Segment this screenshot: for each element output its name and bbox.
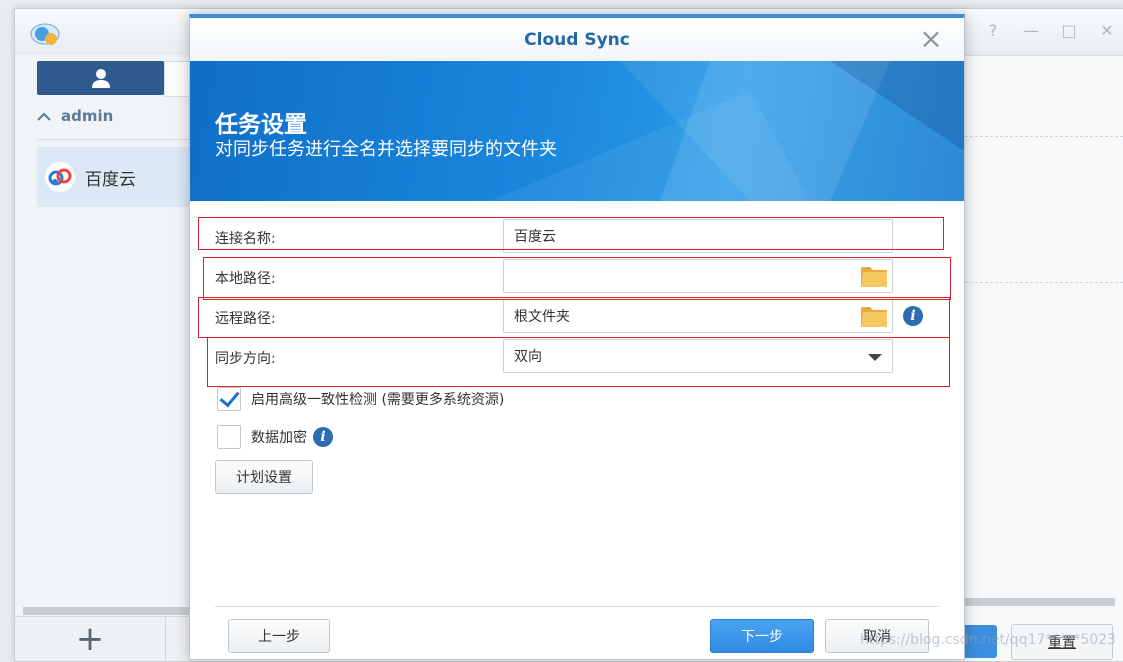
maximize-icon[interactable]: □: [1058, 21, 1080, 40]
main-scrollbar[interactable]: [965, 598, 1115, 606]
advanced-check-label: 启用高级一致性检测 (需要更多系统资源): [251, 392, 505, 408]
local-path-row: 本地路径:: [190, 259, 964, 295]
info-icon[interactable]: i: [903, 306, 923, 326]
remote-path-row: 远程路径: 根文件夹 i: [190, 299, 964, 335]
banner-subtitle: 对同步任务进行全名并选择要同步的文件夹: [215, 139, 557, 160]
connection-name-input[interactable]: 百度云: [503, 219, 893, 253]
sidebar-item-label: 百度云: [85, 169, 136, 190]
folder-icon[interactable]: [860, 264, 888, 288]
sidebar: admin 百度云 +: [15, 55, 206, 661]
user-tab[interactable]: [37, 61, 164, 95]
sidebar-scrollbar[interactable]: [23, 607, 193, 615]
window-controls: ? — □ ✕: [982, 21, 1118, 40]
encryption-checkbox[interactable]: [217, 425, 241, 449]
dialog-banner: 任务设置 对同步任务进行全名并选择要同步的文件夹: [190, 61, 964, 201]
next-button[interactable]: 下一步: [710, 619, 814, 653]
connection-name-row: 连接名称: 百度云: [190, 219, 964, 255]
advanced-check-option: 启用高级一致性检测 (需要更多系统资源): [217, 387, 504, 411]
user-icon: [91, 69, 110, 88]
close-icon[interactable]: ×: [916, 24, 946, 54]
add-connection-button[interactable]: +: [15, 617, 166, 661]
schedule-settings-button[interactable]: 计划设置: [215, 460, 313, 494]
advanced-check-checkbox[interactable]: [217, 387, 241, 411]
divider: [37, 139, 191, 140]
help-icon[interactable]: ?: [982, 21, 1004, 40]
sync-direction-select[interactable]: 双向: [503, 339, 893, 373]
minimize-icon[interactable]: —: [1020, 21, 1042, 40]
sidebar-toolbar: +: [15, 616, 191, 661]
remote-path-label: 远程路径:: [215, 311, 276, 327]
remote-path-input[interactable]: 根文件夹: [503, 299, 893, 333]
info-icon[interactable]: i: [313, 427, 333, 447]
cloud-sync-app-icon: [30, 23, 60, 45]
sidebar-item-baidu-cloud[interactable]: 百度云: [37, 147, 197, 207]
dialog-title: Cloud Sync: [190, 18, 964, 61]
encryption-label: 数据加密: [251, 430, 307, 446]
footer-divider: [215, 606, 939, 607]
connection-name-label: 连接名称:: [215, 231, 276, 247]
folder-icon[interactable]: [860, 304, 888, 328]
baidu-cloud-icon: [45, 162, 75, 192]
task-settings-dialog: Cloud Sync × 任务设置 对同步任务进行全名并选择要同步的文件夹 连接…: [189, 14, 965, 660]
sync-direction-value: 双向: [514, 349, 542, 365]
chevron-up-icon: [37, 112, 51, 121]
account-name: admin: [61, 107, 114, 125]
close-window-icon[interactable]: ✕: [1096, 21, 1118, 40]
back-button[interactable]: 上一步: [228, 619, 330, 653]
divider: [950, 282, 1123, 284]
sync-direction-label: 同步方向:: [215, 351, 276, 367]
remote-path-value: 根文件夹: [514, 309, 570, 325]
divider: [950, 136, 1123, 138]
account-group-header[interactable]: admin: [37, 107, 113, 125]
sync-direction-row: 同步方向: 双向: [190, 339, 964, 375]
watermark-text: https://blog.csdn.net/qq17*****5023: [860, 632, 1116, 648]
local-path-label: 本地路径:: [215, 271, 276, 287]
banner-title: 任务设置: [215, 112, 307, 138]
local-path-input[interactable]: [503, 259, 893, 293]
encryption-option: 数据加密 i: [217, 425, 333, 449]
chevron-down-icon: [868, 354, 882, 361]
